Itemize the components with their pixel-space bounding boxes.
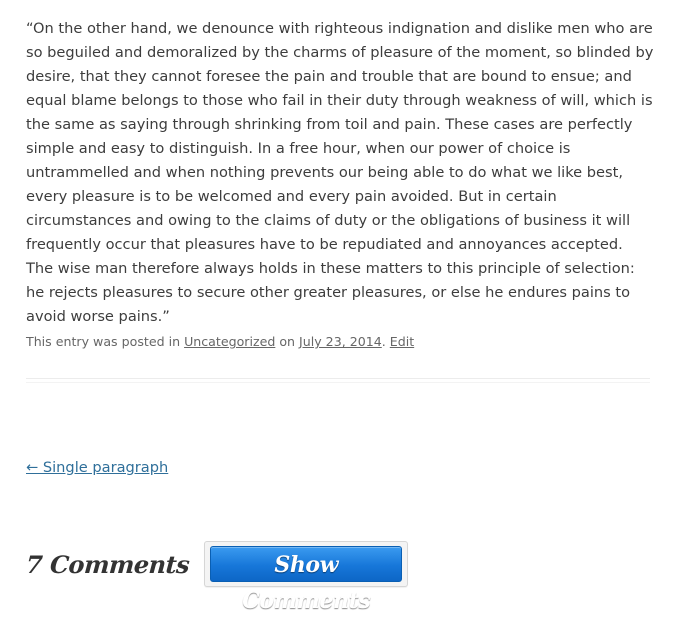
entry-paragraph: “On the other hand, we denounce with rig… (26, 20, 654, 325)
show-comments-button[interactable]: Show Comments (210, 546, 403, 614)
entry-divider (26, 378, 650, 383)
date-link[interactable]: July 23, 2014 (299, 334, 382, 349)
on-text: on (275, 334, 300, 349)
post-navigation: ← Single paragraph (26, 457, 168, 479)
meta-separator: . (381, 334, 390, 349)
comments-section: 7 Comments Show Comments (24, 538, 409, 614)
posted-in-text: This entry was posted in (26, 334, 185, 349)
show-comments-frame: Show Comments (204, 541, 409, 614)
category-link[interactable]: Uncategorized (184, 334, 275, 349)
entry-meta: This entry was posted in Uncategorized o… (26, 333, 414, 351)
edit-link[interactable]: Edit (390, 334, 414, 349)
previous-post-link[interactable]: ← Single paragraph (26, 459, 168, 476)
comments-count: 7 Comments (24, 549, 191, 579)
entry-content: “On the other hand, we denounce with rig… (26, 17, 654, 329)
